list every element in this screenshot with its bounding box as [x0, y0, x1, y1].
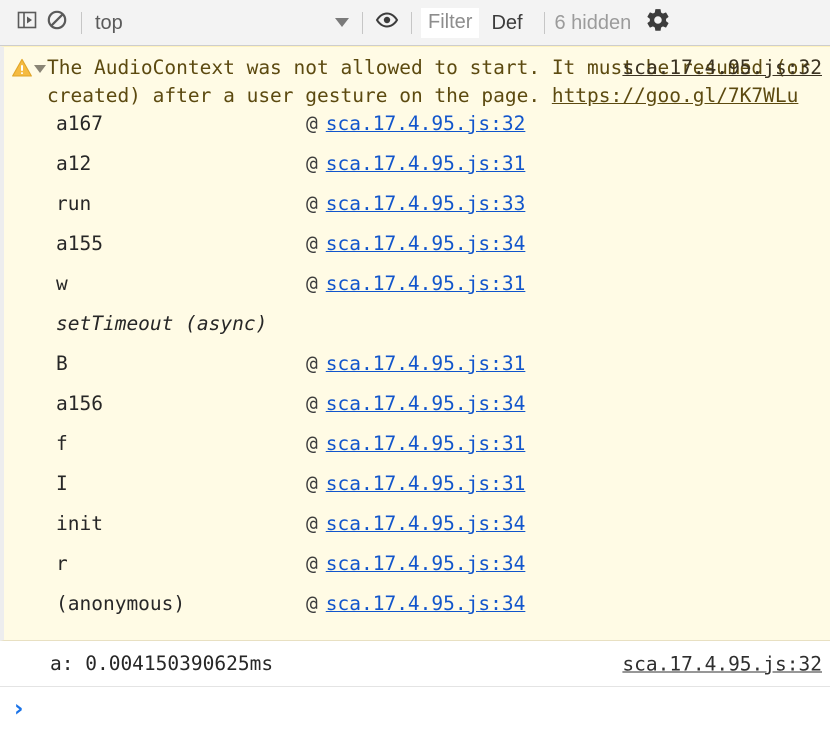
- at-symbol: @: [306, 352, 318, 375]
- settings-gear-icon: [645, 7, 671, 38]
- at-symbol: @: [306, 112, 318, 135]
- stack-function-name: a155: [56, 232, 103, 255]
- stack-trace-row: (anonymous) @ sca.17.4.95.js:34: [56, 592, 830, 632]
- console-prompt[interactable]: ›: [0, 687, 830, 731]
- stack-source-link[interactable]: sca.17.4.95.js:32: [326, 112, 526, 135]
- stack-source-link[interactable]: sca.17.4.95.js:31: [326, 352, 526, 375]
- warning-header: The AudioContext was not allowed to star…: [4, 54, 830, 110]
- at-symbol: @: [306, 472, 318, 495]
- timing-source-link[interactable]: sca.17.4.95.js:32: [622, 652, 822, 675]
- stack-source-link[interactable]: sca.17.4.95.js:34: [326, 512, 526, 535]
- warning-source-link[interactable]: sca.17.4.95.js:32: [622, 54, 822, 82]
- hidden-messages-count[interactable]: 6 hidden: [554, 13, 631, 33]
- stack-function-name: a156: [56, 392, 103, 415]
- toolbar-divider-3: [411, 11, 412, 34]
- toolbar-divider-2: [362, 11, 363, 34]
- filter-input[interactable]: Filter: [421, 7, 480, 38]
- stack-trace-async-row: setTimeout (async): [56, 312, 830, 352]
- stack-trace-row: r @ sca.17.4.95.js:34: [56, 552, 830, 592]
- stack-source-link[interactable]: sca.17.4.95.js:34: [326, 552, 526, 575]
- at-symbol: @: [306, 192, 318, 215]
- filter-placeholder: Filter: [428, 11, 473, 33]
- stack-source-link[interactable]: sca.17.4.95.js:34: [326, 392, 526, 415]
- execution-context-label: top: [95, 11, 123, 34]
- triangle-down-icon[interactable]: [34, 65, 46, 73]
- stack-function-name: run: [56, 192, 92, 215]
- stack-source-link[interactable]: sca.17.4.95.js:31: [326, 472, 526, 495]
- stack-function-name: (anonymous): [56, 592, 186, 615]
- at-symbol: @: [306, 232, 318, 255]
- stack-function-name: B: [56, 352, 68, 375]
- stack-function-name: a167: [56, 112, 103, 135]
- console-messages-area: The AudioContext was not allowed to star…: [0, 46, 830, 731]
- stack-function-name: I: [56, 472, 68, 495]
- live-expression-button[interactable]: [372, 8, 402, 38]
- log-level-dropdown[interactable]: Def: [491, 13, 535, 33]
- stack-trace-row: run @ sca.17.4.95.js:33: [56, 192, 830, 232]
- console-sidebar-toggle-button[interactable]: [12, 8, 42, 38]
- stack-source-link[interactable]: sca.17.4.95.js:34: [326, 592, 526, 615]
- stack-source-link[interactable]: sca.17.4.95.js:33: [326, 192, 526, 215]
- clear-console-icon: [46, 9, 68, 36]
- at-symbol: @: [306, 272, 318, 295]
- console-timing-message[interactable]: a: 0.004150390625ms sca.17.4.95.js:32: [0, 641, 830, 687]
- toolbar-divider-1: [81, 11, 82, 34]
- stack-trace-row: I @ sca.17.4.95.js:31: [56, 472, 830, 512]
- console-toolbar: top Filter Def 6 hidden: [0, 0, 830, 46]
- at-symbol: @: [306, 592, 318, 615]
- console-settings-button[interactable]: [645, 7, 671, 38]
- at-symbol: @: [306, 552, 318, 575]
- warning-doc-link[interactable]: https://goo.gl/7K7WLu: [552, 84, 799, 107]
- chevron-down-icon: [335, 18, 349, 27]
- stack-source-link[interactable]: sca.17.4.95.js:31: [326, 432, 526, 455]
- at-symbol: @: [306, 512, 318, 535]
- at-symbol: @: [306, 152, 318, 175]
- console-prompt-input[interactable]: [23, 687, 830, 731]
- stack-trace-row: B @ sca.17.4.95.js:31: [56, 352, 830, 392]
- toolbar-divider-4: [544, 11, 546, 34]
- stack-function-name: f: [56, 432, 68, 455]
- console-warning-message[interactable]: The AudioContext was not allowed to star…: [0, 46, 830, 641]
- stack-function-name: init: [56, 512, 103, 535]
- at-symbol: @: [306, 392, 318, 415]
- stack-function-name: a12: [56, 152, 92, 175]
- stack-source-link[interactable]: sca.17.4.95.js:31: [326, 152, 526, 175]
- stack-function-name: w: [56, 272, 68, 295]
- live-expression-eye-icon: [375, 8, 399, 37]
- console-sidebar-icon: [16, 9, 38, 36]
- stack-trace-row: init @ sca.17.4.95.js:34: [56, 512, 830, 552]
- stack-trace-list: a167 @ sca.17.4.95.js:32 a12 @ sca.17.4.…: [4, 112, 830, 632]
- stack-async-label: setTimeout (async): [56, 312, 268, 335]
- stack-trace-row: a155 @ sca.17.4.95.js:34: [56, 232, 830, 272]
- at-symbol: @: [306, 432, 318, 455]
- clear-console-button[interactable]: [42, 8, 72, 38]
- timing-text: a: 0.004150390625ms: [50, 652, 274, 675]
- stack-source-link[interactable]: sca.17.4.95.js:34: [326, 232, 526, 255]
- stack-trace-row: w @ sca.17.4.95.js:31: [56, 272, 830, 312]
- warning-triangle-icon: [10, 57, 34, 79]
- stack-trace-row: a12 @ sca.17.4.95.js:31: [56, 152, 830, 192]
- stack-trace-row: a167 @ sca.17.4.95.js:32: [56, 112, 830, 152]
- stack-trace-row: a156 @ sca.17.4.95.js:34: [56, 392, 830, 432]
- execution-context-selector[interactable]: top: [91, 9, 353, 37]
- stack-trace-row: f @ sca.17.4.95.js:31: [56, 432, 830, 472]
- prompt-arrow-icon: ›: [14, 695, 24, 722]
- stack-source-link[interactable]: sca.17.4.95.js:31: [326, 272, 526, 295]
- stack-function-name: r: [56, 552, 68, 575]
